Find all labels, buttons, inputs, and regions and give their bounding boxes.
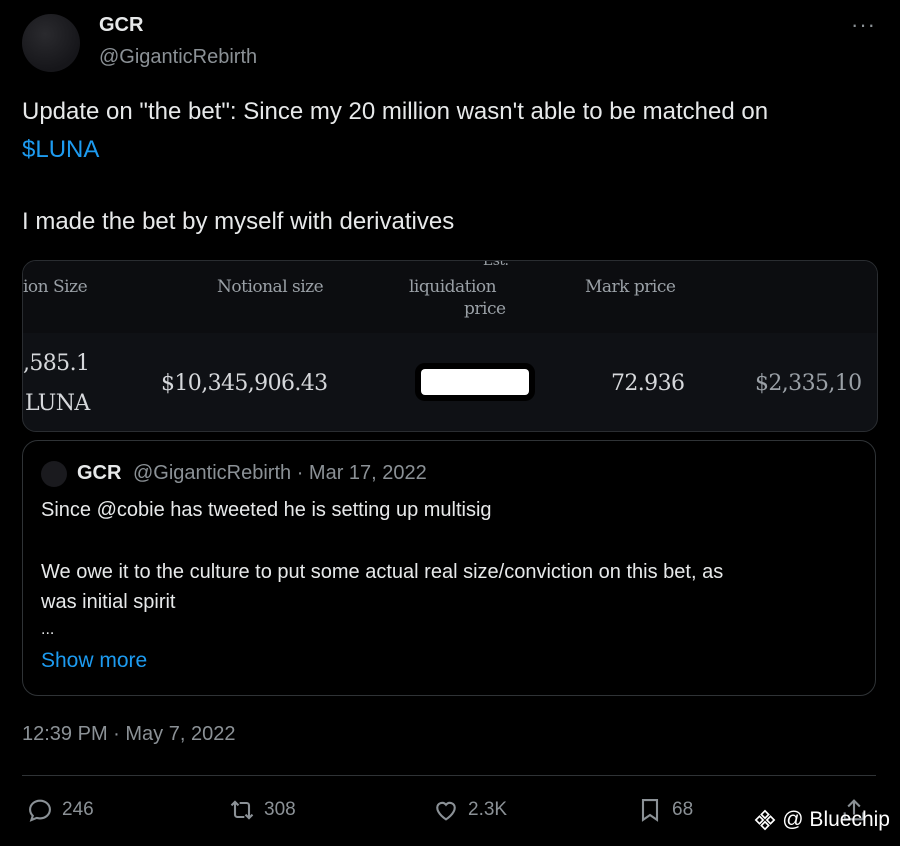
- media-header: [23, 261, 877, 333]
- quoted-text-line1: Since @cobie has tweeted he is setting u…: [41, 499, 492, 521]
- col-mark-header: Mark price: [585, 277, 676, 297]
- more-options-icon[interactable]: ···: [851, 12, 876, 38]
- bookmark-icon: [641, 799, 659, 822]
- reply-button[interactable]: 246: [26, 796, 94, 824]
- author-name[interactable]: GCR: [99, 14, 143, 37]
- like-count: 2.3K: [468, 799, 508, 820]
- quoted-author-name: GCR: [77, 462, 122, 484]
- mark-value: 72.936: [611, 371, 685, 396]
- quoted-text-line2: We owe it to the culture to put some act…: [41, 561, 724, 583]
- tweet-timestamp[interactable]: 12:39 PM · May 7, 2022: [22, 723, 235, 746]
- col-est-header: Est.: [483, 260, 509, 269]
- author-handle[interactable]: @GiganticRebirth: [99, 46, 257, 69]
- quoted-meta: @GiganticRebirth · Mar 17, 2022: [133, 462, 427, 484]
- bookmark-count: 68: [672, 799, 694, 820]
- like-button[interactable]: 2.3K: [432, 796, 507, 824]
- retweet-icon: [230, 800, 254, 820]
- col-price-header: price: [464, 299, 506, 319]
- retweet-button[interactable]: 308: [228, 796, 296, 824]
- show-more-link[interactable]: Show more: [41, 649, 147, 673]
- heart-icon: [436, 801, 456, 821]
- col-size-header: ion Size: [23, 277, 88, 297]
- last-value: $2,335,10: [755, 371, 862, 396]
- reply-count: 246: [62, 799, 94, 820]
- quoted-avatar: [41, 461, 67, 487]
- notional-value: $10,345,906.43: [161, 371, 328, 396]
- bookmark-button[interactable]: 68: [636, 796, 693, 824]
- size-unit: LUNA: [25, 391, 90, 416]
- bluechip-logo-icon: [754, 809, 776, 831]
- col-notional-header: Notional size: [217, 277, 324, 297]
- reply-icon: [29, 799, 51, 822]
- watermark-text: @ Bluechip: [782, 808, 890, 831]
- divider: [22, 775, 876, 776]
- retweet-count: 308: [264, 799, 296, 820]
- quoted-ellipsis: ...: [41, 621, 55, 638]
- author-avatar[interactable]: [22, 14, 80, 72]
- redacted-liquidation: [421, 369, 529, 395]
- watermark: @ Bluechip: [754, 808, 890, 832]
- tweet-text-line1: Update on "the bet": Since my 20 million…: [22, 98, 769, 125]
- col-liq-header: liquidation: [409, 277, 497, 297]
- size-value: ,585.1: [23, 351, 90, 376]
- tweet-text-line2: I made the bet by myself with derivative…: [22, 208, 455, 235]
- media-image[interactable]: ion Size Notional size Est. liquidation …: [22, 260, 878, 432]
- quoted-text-line3: was initial spirit: [41, 591, 176, 613]
- cashtag-link[interactable]: $LUNA: [22, 136, 99, 164]
- quoted-tweet[interactable]: GCR @GiganticRebirth · Mar 17, 2022 Sinc…: [22, 440, 876, 696]
